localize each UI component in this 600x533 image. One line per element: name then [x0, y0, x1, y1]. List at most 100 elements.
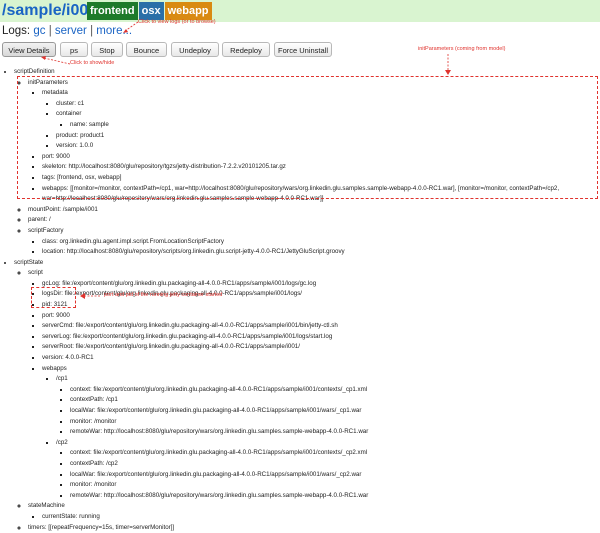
tree-item-label: version: 4.0.0-RC1 [42, 354, 94, 362]
tree-item-label: parent: / [28, 216, 51, 224]
page-title: /sample/i001 [2, 2, 98, 19]
logs-link-server[interactable]: server [55, 25, 87, 37]
redeploy-button[interactable]: Redeploy [222, 42, 270, 57]
tree-item-label: location: http://localhost:8080/glu/repo… [42, 248, 345, 256]
tree-item-label: context: file:/export/content/glu/org.li… [70, 385, 368, 393]
tree-item-label: stateMachine [28, 502, 65, 510]
tree-leaf: remoteWar: http://localhost:8080/glu/rep… [70, 491, 600, 502]
tree-leaf: product: product1 [56, 131, 600, 142]
tree-node: script gcLog: file:/export/content/glu/or… [28, 268, 600, 501]
tree-leaf: version: 4.0.0-RC1 [42, 353, 600, 364]
tree-node: metadata cluster: c1 container name: sample… [42, 88, 600, 152]
page-header: /sample/i001 frontend osx webapp [0, 0, 600, 22]
tree-item-label: serverLog: file:/export/content/glu/org.… [42, 332, 333, 340]
tree-item-label: currentState: running [42, 512, 100, 520]
tree-item-label: webapps: [[monitor=/monitor, contextPath… [42, 184, 560, 203]
tree-item-label: monitor: /monitor [70, 481, 117, 489]
ps-button[interactable]: ps [60, 42, 88, 57]
logs-link-more[interactable]: more... [96, 25, 132, 37]
stop-button[interactable]: Stop [91, 42, 123, 57]
tree-leaf: currentState: running [42, 512, 600, 523]
tree-leaf: monitor: /monitor [70, 480, 600, 491]
view-details-button[interactable]: View Details [2, 42, 56, 57]
tree-leaf: name: sample [70, 120, 600, 131]
tree-leaf: tags: [frontend, osx, webapp] [42, 173, 600, 184]
tree-item-label: scriptFactory [28, 226, 64, 234]
tag-badge[interactable]: osx [138, 2, 164, 20]
tree-item-label: name: sample [70, 120, 109, 128]
tag-list: frontend osx webapp [87, 2, 213, 20]
tree-node: scriptFactory class: org.linkedin.glu.age… [28, 226, 600, 258]
tree-item-label: context: file:/export/content/glu/org.li… [70, 449, 368, 457]
tree-leaf: contextPath: /cp2 [70, 459, 600, 470]
tree-leaf: context: file:/export/content/glu/org.li… [70, 448, 600, 459]
tree-leaf: timers: [[repeatFrequency=15s, timer=ser… [28, 523, 600, 533]
bounce-button[interactable]: Bounce [126, 42, 167, 57]
annotation-port-pid: port and pid of the running jetty contai… [104, 292, 223, 298]
logs-separator: | [90, 25, 94, 37]
details-tree: scriptDefinition initParameters metadata cl… [0, 67, 600, 533]
tree-leaf: gcLog: file:/export/content/glu/org.link… [42, 279, 600, 290]
tree-item-label: contextPath: /cp1 [70, 396, 118, 404]
tree-node: container name: sample [56, 109, 600, 130]
tree-node: webapps/cp1context: file:/export/content… [42, 364, 600, 502]
tree-leaf: serverLog: file:/export/content/glu/org.… [42, 332, 600, 343]
tree-leaf: remoteWar: http://localhost:8080/glu/rep… [70, 427, 600, 438]
tree-leaf: port: 9000 [42, 152, 600, 163]
tree-root: scriptDefinition initParameters metadata cl… [0, 67, 600, 533]
tree-children: context: file:/export/content/glu/org.li… [56, 448, 600, 501]
tree-item-label: cluster: c1 [56, 99, 85, 107]
logs-row: Logs: gc | server | more... [2, 23, 132, 39]
tree-children: context: file:/export/content/glu/org.li… [56, 385, 600, 438]
tree-children: gcLog: file:/export/content/glu/org.link… [28, 279, 600, 501]
tree-item-label: scriptState [14, 258, 44, 266]
tree-item-label: tags: [frontend, osx, webapp] [42, 173, 122, 181]
tree-node: stateMachine currentState: running [28, 501, 600, 522]
tree-item-label: initParameters [28, 78, 68, 86]
tree-item-label: mountPoint: /sample/i001 [28, 205, 98, 213]
tree-children: metadata cluster: c1 container name: sample… [28, 88, 600, 205]
tree-item-label: script [28, 269, 43, 277]
tree-item-label: serverCmd: file:/export/content/glu/org.… [42, 322, 338, 330]
tree-item-label: pid: 3121 [42, 301, 68, 309]
tree-leaf: mountPoint: /sample/i001 [28, 205, 600, 216]
logs-separator: | [48, 25, 52, 37]
tree-item-label: version: 1.0.0 [56, 142, 94, 150]
force-uninstall-button[interactable]: Force Uninstall [274, 42, 332, 57]
logs-link-gc[interactable]: gc [33, 25, 45, 37]
annotation-view-logs: Click to view logs (or to browse) [138, 19, 216, 25]
tag-badge[interactable]: frontend [87, 2, 138, 20]
tree-item-label: container [56, 110, 82, 118]
tag-badge[interactable]: webapp [164, 2, 212, 20]
tree-item-label: scriptDefinition [14, 68, 55, 75]
tree-leaf: pid: 3121 [42, 300, 600, 311]
undeploy-button[interactable]: Undeploy [171, 42, 219, 57]
tree-item-label: /cp1 [56, 375, 68, 383]
tree-item-label: product: product1 [56, 131, 105, 139]
annotation-show-hide: Click to show/hide [70, 60, 115, 66]
tree-leaf: localWar: file:/export/content/glu/org.l… [70, 406, 600, 417]
tree-item-label: timers: [[repeatFrequency=15s, timer=ser… [28, 523, 175, 531]
tree-item-label: monitor: /monitor [70, 417, 117, 425]
tree-leaf: version: 1.0.0 [56, 141, 600, 152]
tree-children: script gcLog: file:/export/content/glu/or… [14, 268, 600, 533]
tree-leaf: location: http://localhost:8080/glu/repo… [42, 247, 600, 258]
tree-item-label: serverRoot: file:/export/content/glu/org… [42, 343, 300, 351]
tree-item-label: gcLog: file:/export/content/glu/org.link… [42, 279, 317, 287]
tree-item-label: port: 9000 [42, 311, 70, 319]
tree-children: cluster: c1 container name: sample product:… [42, 99, 600, 152]
tree-leaf: class: org.linkedin.glu.agent.impl.scrip… [42, 237, 600, 248]
tree-leaf: port: 9000 [42, 311, 600, 322]
tree-node: /cp2context: file:/export/content/glu/or… [56, 438, 600, 502]
annotation-init-params: initParameters (coming from model) [418, 46, 506, 52]
tree-item-label: localWar: file:/export/content/glu/org.l… [70, 470, 362, 478]
tree-leaf: localWar: file:/export/content/glu/org.l… [70, 470, 600, 481]
tree-item-label: class: org.linkedin.glu.agent.impl.scrip… [42, 237, 224, 245]
tree-leaf: serverRoot: file:/export/content/glu/org… [42, 342, 600, 353]
tree-item-label: metadata [42, 89, 68, 97]
tree-item-label: /cp2 [56, 438, 68, 446]
tree-node: initParameters metadata cluster: c1 contain… [28, 78, 600, 205]
tree-item-label: remoteWar: http://localhost:8080/glu/rep… [70, 428, 369, 436]
tree-children: class: org.linkedin.glu.agent.impl.scrip… [28, 237, 600, 258]
tree-item-label: skeleton: http://localhost:8080/glu/repo… [42, 163, 286, 171]
